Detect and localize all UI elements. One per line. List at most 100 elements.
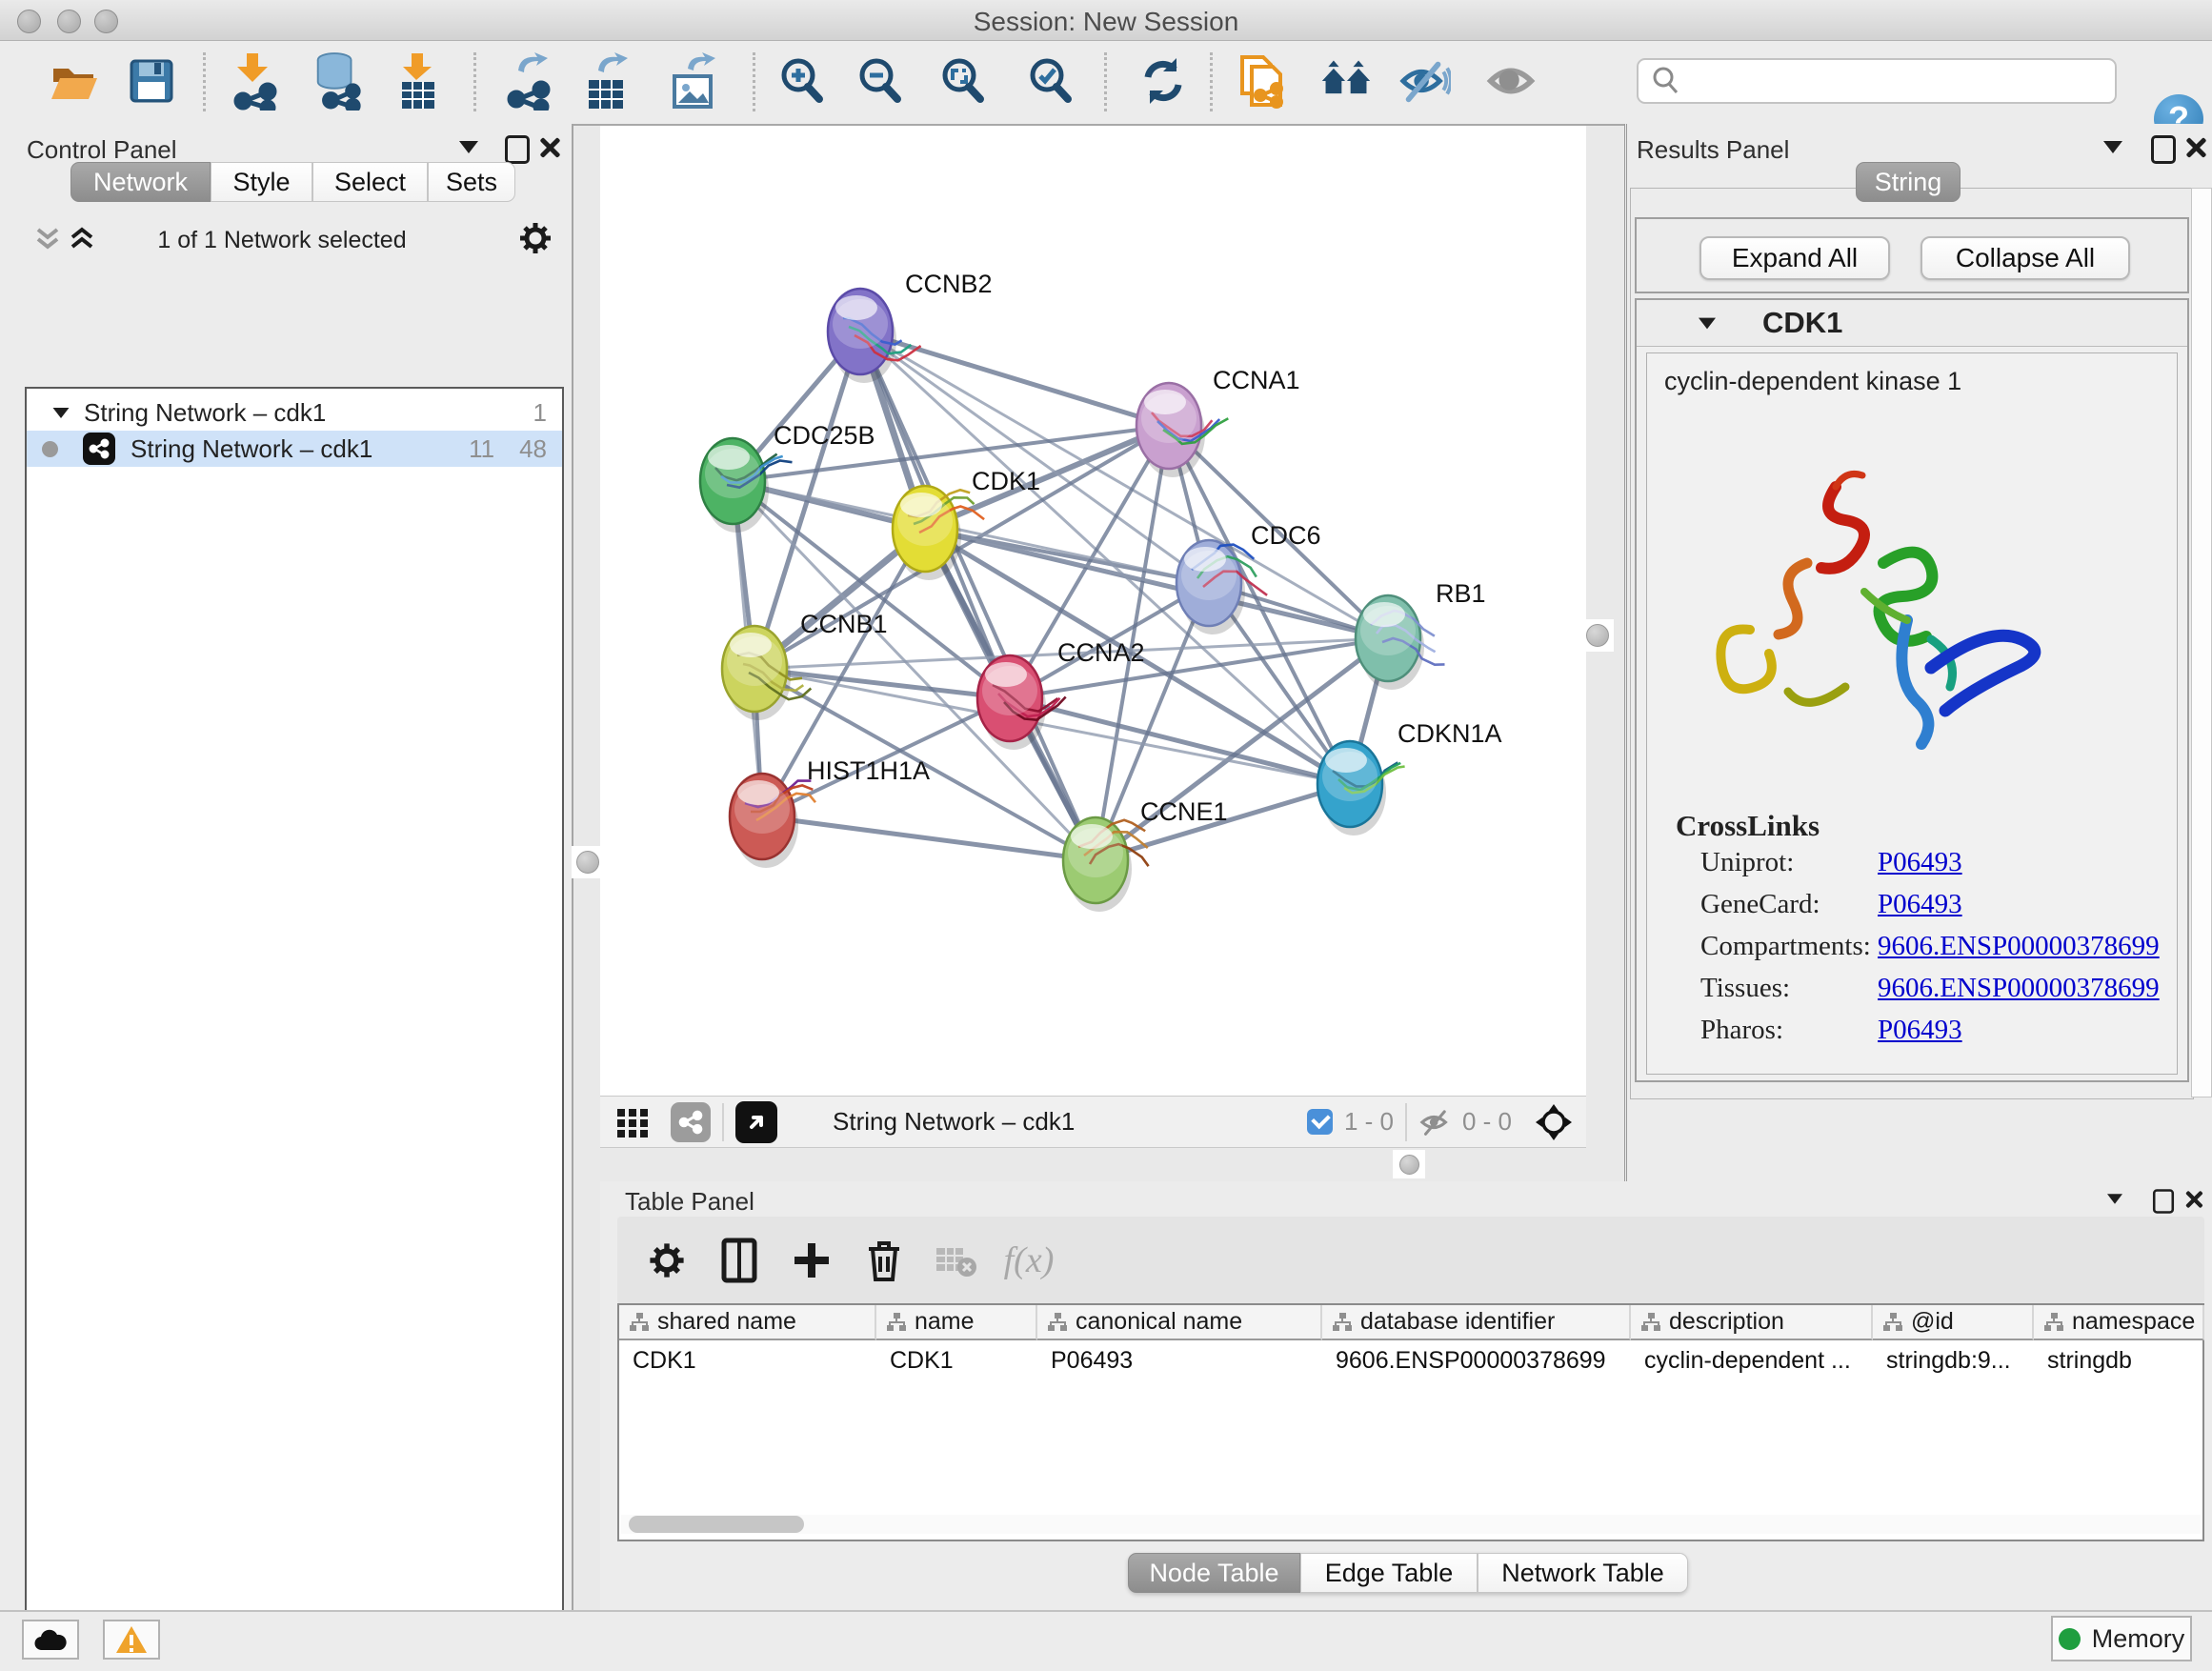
node-table[interactable]: shared namenamecanonical namedatabase id… — [617, 1303, 2204, 1541]
collection-expand-icon[interactable] — [53, 407, 70, 417]
tab-network-table[interactable]: Network Table — [1478, 1553, 1688, 1593]
crosslink-link[interactable]: 9606.ENSP00000378699 — [1878, 931, 2160, 962]
table-hscrollbar[interactable] — [621, 1515, 2201, 1534]
network-label: String Network – cdk1 — [131, 434, 372, 464]
zoom-fit-icon[interactable] — [936, 47, 990, 115]
zoom-selected-icon[interactable] — [1024, 47, 1077, 115]
right-splitter-handle[interactable] — [1581, 619, 1614, 652]
window-title: Session: New Session — [0, 7, 2212, 37]
save-session-icon[interactable] — [125, 47, 178, 115]
protein-collapse-icon[interactable] — [1699, 317, 1716, 329]
table-cell[interactable]: cyclin-dependent ... — [1644, 1347, 1851, 1375]
protein-section-header[interactable]: CDK1 — [1637, 300, 2187, 347]
add-column-icon[interactable] — [775, 1232, 848, 1289]
table-cell[interactable]: stringdb — [2047, 1347, 2132, 1375]
network-share-icon[interactable] — [671, 1102, 711, 1142]
crosslink-link[interactable]: 9606.ENSP00000378699 — [1878, 973, 2160, 1004]
column-header-@id[interactable]: @id — [1873, 1305, 2034, 1340]
left-splitter-handle[interactable] — [572, 846, 604, 878]
toolbar-separator — [1405, 1103, 1407, 1141]
control-panel-float-icon[interactable] — [459, 141, 478, 153]
warning-status-button[interactable] — [103, 1620, 160, 1660]
detach-view-icon[interactable] — [735, 1101, 777, 1143]
network-selected-label: 1 of 1 Network selected — [25, 227, 539, 254]
import-table-icon[interactable] — [391, 47, 444, 115]
tab-edge-table[interactable]: Edge Table — [1300, 1553, 1478, 1593]
table-cell[interactable]: 9606.ENSP00000378699 — [1336, 1347, 1606, 1375]
tab-network[interactable]: Network — [70, 162, 211, 202]
selected-checkbox-icon[interactable] — [1307, 1109, 1333, 1135]
column-header-shared-name[interactable]: shared name — [619, 1305, 876, 1340]
collapse-all-button[interactable]: Collapse All — [1920, 236, 2130, 280]
delete-column-icon[interactable] — [848, 1232, 920, 1289]
zoom-out-icon[interactable] — [854, 47, 907, 115]
results-panel-close-icon[interactable] — [2183, 135, 2208, 160]
results-scrollbar[interactable] — [2191, 188, 2212, 1097]
column-header-name[interactable]: name — [876, 1305, 1037, 1340]
tab-sets[interactable]: Sets — [428, 162, 515, 202]
network-options-gear-icon[interactable] — [516, 219, 554, 257]
table-cell[interactable]: CDK1 — [890, 1347, 954, 1375]
import-network-file-icon[interactable] — [228, 47, 281, 115]
control-panel-tabs: NetworkStyleSelectSets — [70, 162, 515, 202]
control-panel-maximize-icon[interactable] — [505, 135, 530, 164]
svg-text:CDK1: CDK1 — [972, 467, 1040, 495]
network-row-selected[interactable]: String Network – cdk1 11 48 — [27, 431, 562, 467]
show-all-icon[interactable] — [1485, 47, 1538, 115]
network-graph: CCNB2CCNA1CDC25BCDK1CDC6RB1CCNB1CCNA2CDK… — [600, 126, 1586, 1096]
tab-node-table[interactable]: Node Table — [1128, 1553, 1300, 1593]
hidden-eye-icon[interactable] — [1418, 1107, 1453, 1137]
column-header-database-identifier[interactable]: database identifier — [1322, 1305, 1631, 1340]
zoom-in-icon[interactable] — [775, 47, 829, 115]
hide-selected-icon[interactable] — [1398, 47, 1451, 115]
birds-eye-view-icon[interactable] — [1535, 1103, 1573, 1141]
table-options-gear-icon[interactable] — [631, 1232, 703, 1289]
first-neighbors-icon[interactable] — [1319, 47, 1373, 115]
table-cell[interactable]: P06493 — [1051, 1347, 1133, 1375]
column-header-canonical-name[interactable]: canonical name — [1037, 1305, 1322, 1340]
tab-style[interactable]: Style — [211, 162, 312, 202]
results-panel-float-icon[interactable] — [2103, 141, 2122, 153]
search-input[interactable] — [1690, 66, 2103, 97]
memory-button[interactable]: Memory — [2051, 1616, 2192, 1661]
export-table-icon[interactable] — [579, 47, 633, 115]
cloud-status-button[interactable] — [22, 1620, 79, 1660]
expand-all-button[interactable]: Expand All — [1699, 236, 1890, 280]
tab-select[interactable]: Select — [312, 162, 428, 202]
table-cell[interactable]: CDK1 — [633, 1347, 696, 1375]
tab-string[interactable]: String — [1856, 162, 1961, 202]
network-canvas[interactable]: CCNB2CCNA1CDC25BCDK1CDC6RB1CCNB1CCNA2CDK… — [600, 126, 1586, 1096]
export-image-icon[interactable] — [667, 47, 720, 115]
grid-view-icon[interactable] — [613, 1103, 652, 1141]
crosslink-link[interactable]: P06493 — [1878, 847, 1962, 878]
results-panel-maximize-icon[interactable] — [2151, 135, 2176, 164]
crosslink-link[interactable]: P06493 — [1878, 1015, 1962, 1046]
table-panel: Table Panel f(x) shared namenamecanonica… — [600, 1181, 2212, 1610]
import-network-database-icon[interactable] — [311, 47, 364, 115]
control-panel-close-icon[interactable] — [537, 135, 562, 160]
table-panel-close-icon[interactable] — [2183, 1189, 2204, 1210]
search-field[interactable] — [1637, 58, 2117, 104]
bottom-splitter-handle[interactable] — [1393, 1150, 1425, 1178]
refresh-icon[interactable] — [1136, 47, 1190, 115]
clone-network-icon[interactable] — [1235, 47, 1288, 115]
string-app-icon — [83, 433, 115, 465]
function-builder-icon: f(x) — [993, 1232, 1065, 1289]
svg-text:RB1: RB1 — [1436, 579, 1486, 608]
show-columns-icon[interactable] — [703, 1232, 775, 1289]
column-header-namespace[interactable]: namespace — [2034, 1305, 2204, 1340]
svg-text:CDC25B: CDC25B — [774, 421, 875, 450]
status-bar: Memory — [0, 1610, 2212, 1671]
table-tabs: Node TableEdge TableNetwork Table — [1128, 1553, 1688, 1593]
network-collection-row[interactable]: String Network – cdk1 1 — [27, 394, 562, 431]
export-network-icon[interactable] — [501, 47, 554, 115]
crosslink-link[interactable]: P06493 — [1878, 889, 1962, 920]
results-panel-title: Results Panel — [1637, 135, 1789, 165]
svg-text:CCNB2: CCNB2 — [905, 270, 993, 298]
open-session-icon[interactable] — [47, 47, 100, 115]
table-hscrollbar-thumb[interactable] — [629, 1516, 804, 1533]
table-cell[interactable]: stringdb:9... — [1886, 1347, 2011, 1375]
table-panel-maximize-icon[interactable] — [2153, 1189, 2174, 1214]
table-panel-float-icon[interactable] — [2107, 1194, 2122, 1203]
column-header-description[interactable]: description — [1631, 1305, 1873, 1340]
